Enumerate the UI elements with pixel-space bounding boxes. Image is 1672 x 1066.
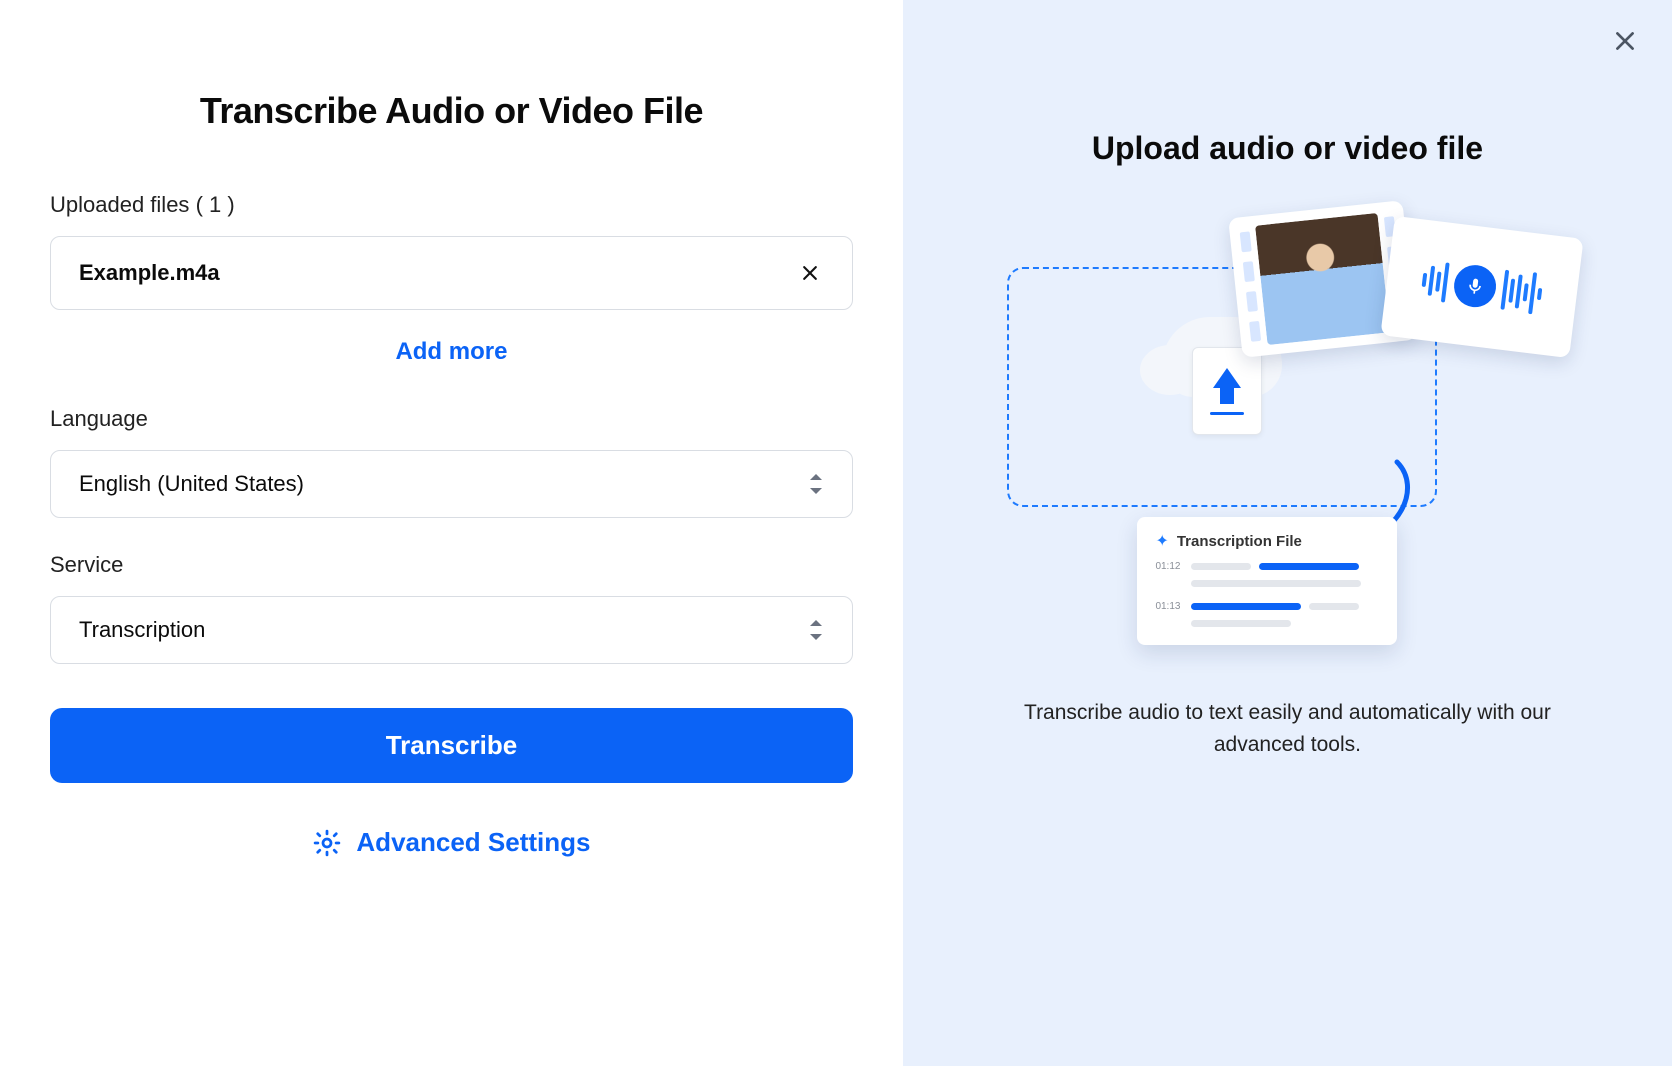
text-bar-icon: [1191, 620, 1291, 627]
wave-bar-icon: [1515, 274, 1523, 308]
service-value: Transcription: [79, 617, 205, 643]
service-label: Service: [50, 552, 853, 578]
upload-doc-icon: [1192, 347, 1262, 435]
audio-waveform-card: [1381, 216, 1584, 358]
side-description: Transcribe audio to text easily and auto…: [1007, 697, 1567, 760]
side-title: Upload audio or video file: [1092, 130, 1483, 167]
info-panel: Upload audio or video file: [903, 0, 1672, 1066]
microphone-icon: [1452, 263, 1499, 310]
upload-baseline-icon: [1210, 412, 1244, 415]
form-wrap: Transcribe Audio or Video File Uploaded …: [50, 90, 853, 858]
service-select[interactable]: Transcription: [50, 596, 853, 664]
upload-arrow-icon: [1213, 368, 1241, 388]
language-select[interactable]: English (United States): [50, 450, 853, 518]
uploaded-files-text: Uploaded files: [50, 192, 189, 217]
wave-bar-icon: [1428, 266, 1436, 296]
timestamp: 01:13: [1155, 601, 1183, 612]
transcription-result-card: ✦ Transcription File 01:12 01:13: [1137, 517, 1397, 645]
timestamp: 01:12: [1155, 561, 1183, 572]
uploaded-files-label: Uploaded files ( 1 ): [50, 192, 853, 218]
wave-bar-icon: [1523, 283, 1529, 301]
wave-bar-icon: [1422, 273, 1428, 287]
sparkle-icon: ✦: [1155, 531, 1168, 551]
language-label: Language: [50, 406, 853, 432]
text-bar-icon: [1191, 580, 1361, 587]
chevron-updown-icon: [808, 619, 824, 641]
close-modal-button[interactable]: [1612, 28, 1638, 57]
close-icon: [800, 263, 820, 283]
gear-icon: [312, 828, 342, 858]
close-icon: [1612, 28, 1638, 54]
person-thumbnail: [1256, 213, 1391, 345]
advanced-settings-row: Advanced Settings: [50, 827, 853, 858]
transcription-card-title: Transcription File: [1177, 533, 1302, 550]
wave-bar-icon: [1529, 272, 1538, 314]
page-title: Transcribe Audio or Video File: [50, 90, 853, 132]
uploaded-files-count: ( 1 ): [196, 192, 235, 217]
text-bar-icon: [1191, 563, 1251, 570]
wave-bar-icon: [1501, 270, 1510, 310]
form-panel: Transcribe Audio or Video File Uploaded …: [0, 0, 903, 1066]
wave-bar-icon: [1441, 262, 1450, 302]
wave-bar-icon: [1436, 271, 1442, 291]
add-more-button[interactable]: Add more: [50, 338, 853, 366]
upload-illustration: ✦ Transcription File 01:12 01:13: [1007, 227, 1567, 647]
transcribe-button[interactable]: Transcribe: [50, 708, 853, 783]
text-bar-icon: [1309, 603, 1359, 610]
text-bar-icon: [1191, 603, 1301, 610]
uploaded-file-row: Example.m4a: [50, 236, 853, 310]
remove-file-button[interactable]: [796, 259, 824, 287]
wave-bar-icon: [1537, 288, 1542, 300]
text-bar-icon: [1259, 563, 1359, 570]
advanced-settings-button[interactable]: Advanced Settings: [356, 827, 590, 858]
language-value: English (United States): [79, 471, 304, 497]
chevron-updown-icon: [808, 473, 824, 495]
wave-bar-icon: [1509, 279, 1516, 303]
file-name: Example.m4a: [79, 260, 220, 286]
